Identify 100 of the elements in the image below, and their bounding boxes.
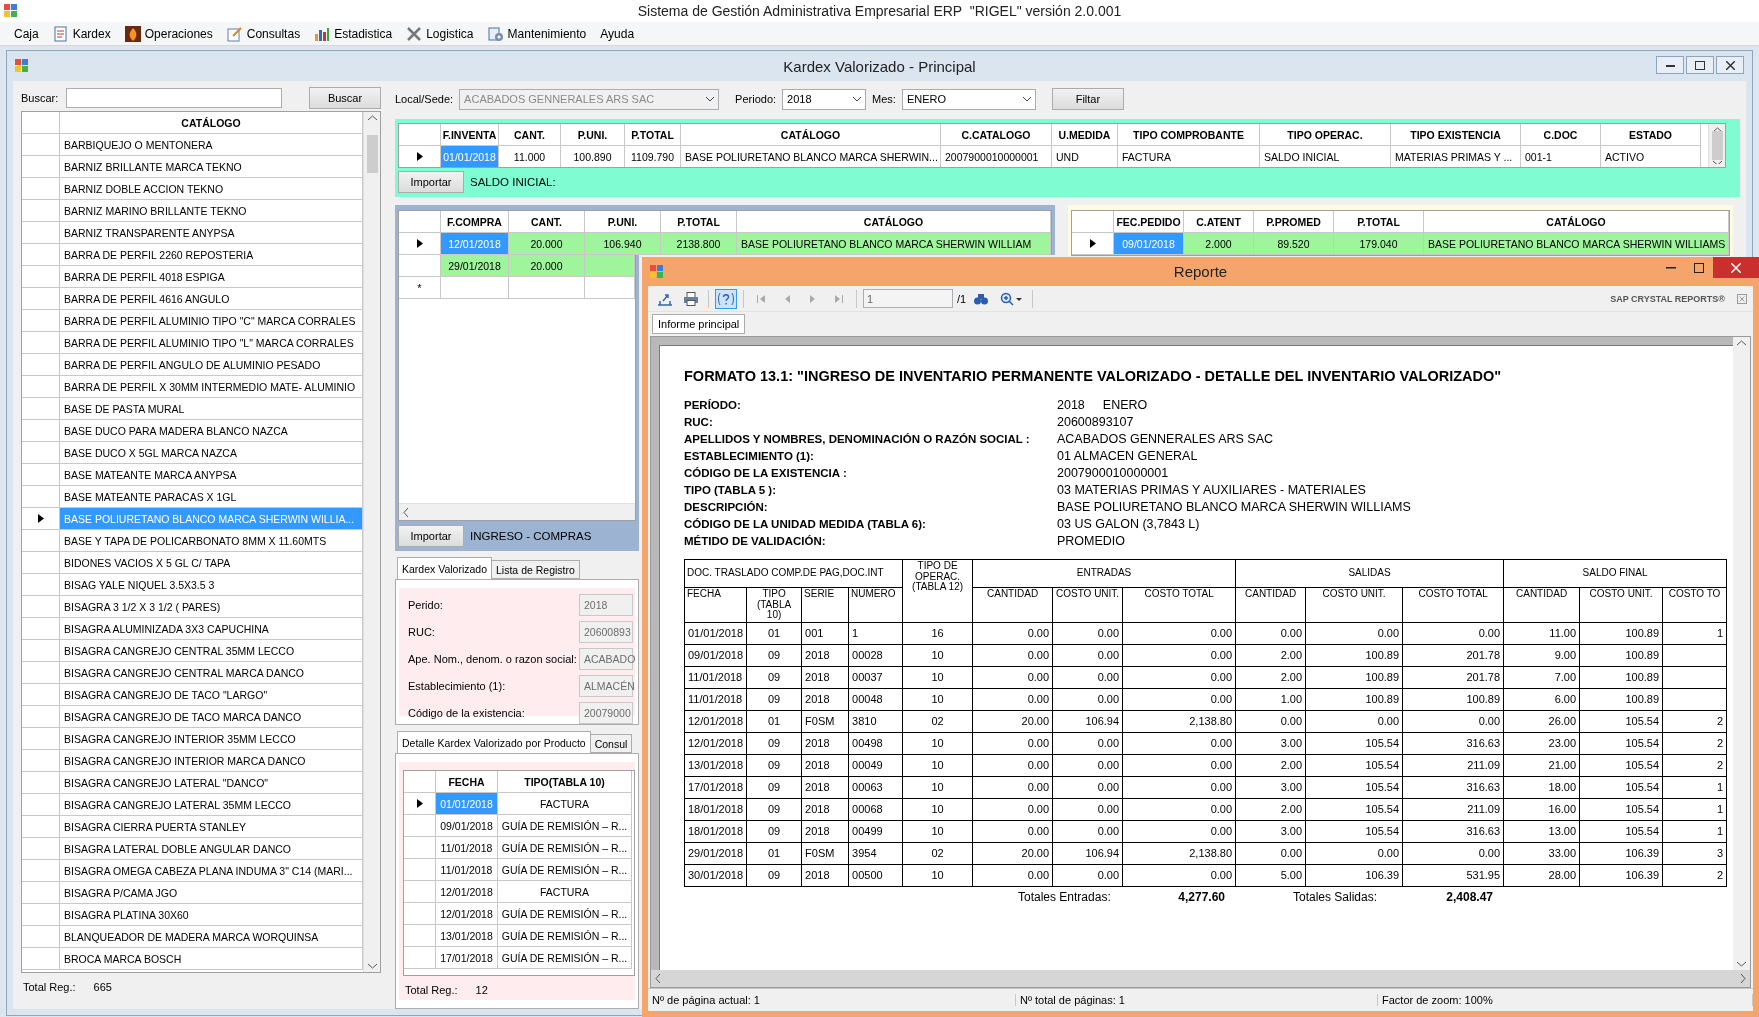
catalog-item[interactable]: BARRA DE PERFIL ALUMINIO TIPO "C" MARCA CORRALES bbox=[60, 310, 363, 332]
column-header[interactable]: CATÁLOGO bbox=[737, 211, 1051, 233]
catalog-item[interactable]: BARRA DE PERFIL 2260 REPOSTERIA bbox=[60, 244, 363, 266]
column-header[interactable]: CATÁLOGO bbox=[1424, 211, 1729, 233]
catalog-item[interactable]: BARNIZ DOBLE ACCION TEKNO bbox=[60, 178, 363, 200]
column-header[interactable]: P.TOTAL bbox=[625, 124, 681, 146]
column-header[interactable]: TIPO(TABLA 10) bbox=[498, 771, 632, 793]
menu-item[interactable]: Operaciones bbox=[118, 23, 219, 44]
tab[interactable]: Lista de Registro bbox=[491, 560, 580, 579]
scrollbar-thumb[interactable] bbox=[1711, 131, 1723, 160]
menu-item[interactable]: Ayuda bbox=[594, 24, 641, 43]
grid-cell[interactable]: 13/01/2018 bbox=[436, 925, 498, 947]
minimize-button[interactable] bbox=[1656, 56, 1684, 74]
column-header[interactable]: P.UNI. bbox=[561, 124, 625, 146]
catalog-item[interactable]: BISAGRA CANGREJO CENTRAL 35MM LECCO bbox=[60, 640, 363, 662]
help-button[interactable] bbox=[715, 288, 737, 309]
tab[interactable]: Detalle Kardex Valorizado por Producto bbox=[397, 731, 591, 753]
catalog-item[interactable]: BISAGRA CIERRA PUERTA STANLEY bbox=[60, 816, 363, 838]
column-header[interactable]: C.DOC bbox=[1521, 124, 1601, 146]
period-dropdown[interactable]: 2018 bbox=[782, 88, 867, 110]
horizontal-scrollbar[interactable] bbox=[651, 970, 1750, 987]
column-header[interactable]: U.MEDIDA bbox=[1052, 124, 1118, 146]
catalog-item[interactable]: BARRA DE PERFIL X 30MM INTERMEDIO MATE- ALUMINIO bbox=[60, 376, 363, 398]
catalog-item[interactable]: BISAGRA ALUMINIZADA 3X3 CAPUCHINA bbox=[60, 618, 363, 640]
grid-cell[interactable]: 29/01/2018 bbox=[441, 255, 509, 277]
catalog-item[interactable]: BISAGRA CANGREJO INTERIOR MARCA DANCO bbox=[60, 750, 363, 772]
grid-cell[interactable]: 89.520 bbox=[1254, 233, 1334, 255]
menu-item[interactable]: Consultas bbox=[220, 23, 307, 44]
catalog-item[interactable]: BISAGRA CANGREJO INTERIOR 35MM LECCO bbox=[60, 728, 363, 750]
column-header[interactable]: C.ATENT bbox=[1184, 211, 1254, 233]
grid-cell[interactable]: 17/01/2018 bbox=[436, 947, 498, 969]
grid-cell[interactable]: 2.000 bbox=[1184, 233, 1254, 255]
grid-cell[interactable]: GUÍA DE REMISIÓN – R... bbox=[498, 837, 632, 859]
tab[interactable]: Kardex Valorizado bbox=[397, 557, 493, 579]
grid-cell[interactable]: 09/01/2018 bbox=[436, 815, 498, 837]
column-header[interactable]: ESTADO bbox=[1601, 124, 1701, 146]
month-dropdown[interactable]: ENERO bbox=[901, 88, 1036, 110]
column-header[interactable]: P.UNI. bbox=[585, 211, 661, 233]
column-header[interactable]: F.INVENTA bbox=[441, 124, 499, 146]
catalog-item[interactable]: BASE DUCO X 5GL MARCA NAZCA bbox=[60, 442, 363, 464]
catalog-item[interactable]: BISAGRA 3 1/2 X 3 1/2 ( PARES) bbox=[60, 596, 363, 618]
import-button[interactable]: Importar bbox=[398, 171, 464, 193]
close-button[interactable] bbox=[1716, 56, 1744, 74]
horizontal-scrollbar[interactable] bbox=[399, 503, 635, 520]
vertical-scrollbar[interactable] bbox=[363, 112, 380, 972]
grid-cell[interactable] bbox=[509, 277, 585, 299]
grid-cell[interactable] bbox=[585, 255, 635, 277]
grid-cell[interactable]: FACTURA bbox=[498, 881, 632, 903]
catalog-item[interactable]: BISAGRA CANGREJO DE TACO "LARGO" bbox=[60, 684, 363, 706]
tab[interactable]: Consul bbox=[589, 734, 633, 753]
row-selector[interactable] bbox=[22, 508, 60, 530]
column-header[interactable]: CATÁLOGO bbox=[60, 112, 363, 134]
grid-cell[interactable]: 11/01/2018 bbox=[436, 837, 498, 859]
grid-cell[interactable]: GUÍA DE REMISIÓN – R... bbox=[498, 925, 632, 947]
column-header[interactable]: CANT. bbox=[509, 211, 585, 233]
grid-cell[interactable]: FACTURA bbox=[498, 793, 632, 815]
grid-cell[interactable]: 20.000 bbox=[509, 233, 585, 255]
column-header[interactable]: TIPO OPERAC. bbox=[1260, 124, 1391, 146]
catalog-item[interactable]: BARNIZ MARINO BRILLANTE TEKNO bbox=[60, 200, 363, 222]
grid-cell[interactable]: GUÍA DE REMISIÓN – R... bbox=[498, 903, 632, 925]
menu-item[interactable]: Estadistica bbox=[308, 23, 399, 44]
catalog-item[interactable]: BASE MATEANTE PARACAS X 1GL bbox=[60, 486, 363, 508]
catalog-item[interactable]: BISAGRA CANGREJO DE TACO MARCA DANCO bbox=[60, 706, 363, 728]
column-header[interactable]: FEC.PEDIDO bbox=[1114, 211, 1184, 233]
row-selector[interactable] bbox=[1072, 233, 1114, 255]
column-header[interactable]: TIPO EXISTENCIA bbox=[1391, 124, 1521, 146]
catalog-item[interactable]: BARRA DE PERFIL ANGULO DE ALUMINIO PESADO bbox=[60, 354, 363, 376]
column-header[interactable]: C.CATALOGO bbox=[941, 124, 1052, 146]
menu-item[interactable]: Caja bbox=[8, 24, 45, 43]
grid-cell[interactable]: 12/01/2018 bbox=[436, 881, 498, 903]
catalog-item[interactable]: BASE Y TAPA DE POLICARBONATO 8MM X 11.60MTS bbox=[60, 530, 363, 552]
grid-cell[interactable]: GUÍA DE REMISIÓN – R... bbox=[498, 815, 632, 837]
catalog-item[interactable]: BROCA MARCA BOSCH bbox=[60, 948, 363, 970]
row-selector[interactable] bbox=[399, 233, 441, 255]
column-header[interactable]: CATÁLOGO bbox=[681, 124, 941, 146]
catalog-item[interactable]: BISAGRA CANGREJO LATERAL "DANCO" bbox=[60, 772, 363, 794]
row-selector[interactable] bbox=[404, 793, 436, 815]
column-header[interactable]: TIPO COMPROBANTE bbox=[1118, 124, 1260, 146]
catalog-item[interactable]: BISAGRA CANGREJO CENTRAL MARCA DANCO bbox=[60, 662, 363, 684]
import-button[interactable]: Importar bbox=[398, 525, 464, 547]
grid-cell[interactable] bbox=[585, 277, 635, 299]
report-tab[interactable]: Informe principal bbox=[652, 314, 746, 334]
column-header[interactable]: CANT. bbox=[499, 124, 561, 146]
column-header[interactable]: P.PROMED bbox=[1254, 211, 1334, 233]
menu-item[interactable]: Logistica bbox=[400, 23, 480, 44]
catalog-item[interactable]: BISAGRA PLATINA 30X60 bbox=[60, 904, 363, 926]
catalog-item[interactable]: BIDONES VACIOS X 5 GL C/ TAPA bbox=[60, 552, 363, 574]
scrollbar-thumb[interactable] bbox=[366, 135, 378, 173]
column-header[interactable]: FECHA bbox=[436, 771, 498, 793]
grid-cell[interactable]: GUÍA DE REMISIÓN – R... bbox=[498, 859, 632, 881]
catalog-item[interactable]: BLANQUEADOR DE MADERA MARCA WORQUINSA bbox=[60, 926, 363, 948]
menu-item[interactable]: Mantenimiento bbox=[481, 23, 593, 44]
grid-cell[interactable]: GUÍA DE REMISIÓN – R... bbox=[498, 947, 632, 969]
catalog-item[interactable]: BARRA DE PERFIL 4018 ESPIGA bbox=[60, 266, 363, 288]
catalog-item[interactable]: BISAGRA CANGREJO LATERAL 35MM LECCO bbox=[60, 794, 363, 816]
catalog-item[interactable]: BISAG YALE NIQUEL 3.5X3.5 3 bbox=[60, 574, 363, 596]
grid-cell[interactable]: BASE POLIURETANO BLANCO MARCA SHERWIN WILLIAM bbox=[737, 233, 1051, 255]
search-button[interactable]: Buscar bbox=[309, 87, 381, 109]
catalog-item[interactable]: BARRA DE PERFIL 4616 ANGULO bbox=[60, 288, 363, 310]
vertical-scrollbar[interactable] bbox=[1708, 124, 1725, 167]
